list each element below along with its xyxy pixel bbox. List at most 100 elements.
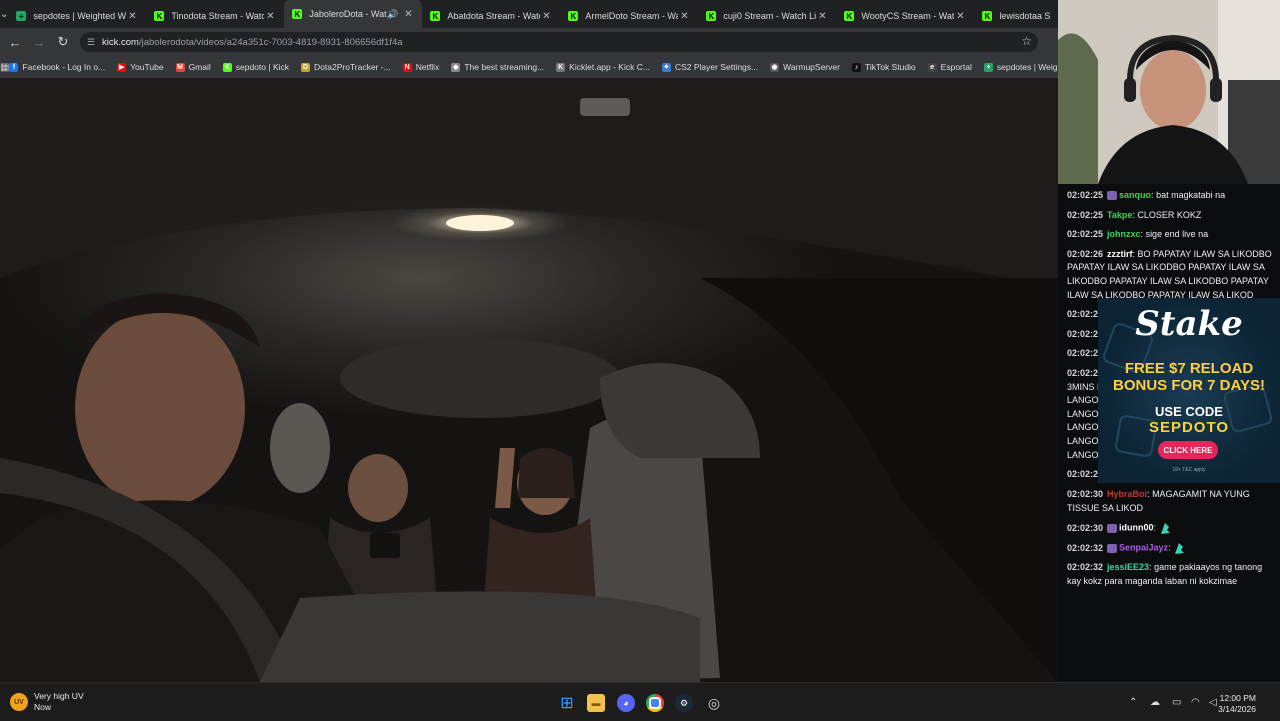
bookmark-favicon-icon: K	[222, 62, 232, 72]
chat-username[interactable]: johnzxc	[1107, 229, 1141, 239]
bookmark-item[interactable]: N Netflix	[402, 62, 440, 72]
browser-tab[interactable]: K Tinodota Stream - Watch ✕	[146, 4, 284, 28]
bookmark-item[interactable]: ◉ WarmupServer	[770, 62, 840, 72]
video-player[interactable]	[0, 78, 1058, 682]
ad-headline-1: FREE $7 RELOAD	[1124, 360, 1254, 377]
kick-icon: K	[430, 11, 441, 21]
chat-text: bat magkatabi na	[1156, 190, 1226, 200]
tab-close-icon[interactable]: ✕	[540, 11, 552, 22]
stake-logo: Stake	[1135, 304, 1243, 344]
bookmark-favicon-icon: +	[983, 62, 993, 72]
obs-icon[interactable]: ◎	[705, 694, 723, 712]
chat-timestamp: 02:02:25	[1067, 229, 1104, 240]
forward-arrow-icon[interactable]: →	[27, 30, 51, 54]
weather-title: Very high UV	[34, 691, 84, 701]
chat-timestamp: 02:02:25	[1067, 190, 1104, 200]
bookmark-item[interactable]: K Kicklet.app - Kick C...	[556, 62, 650, 72]
steam-icon[interactable]: ⚙	[675, 694, 693, 712]
bookmark-item[interactable]: ✦ CS2 Player Settings...	[661, 62, 758, 72]
bookmark-item[interactable]: ♪ TikTok Studio	[851, 62, 916, 72]
volume-icon[interactable]: ◁	[1209, 697, 1217, 708]
browser-tab[interactable]: K ArmelDoto Stream - Watc ✕	[560, 4, 698, 28]
url-host: kick.com	[102, 36, 139, 48]
subscriber-badge-icon	[1107, 543, 1118, 553]
video-frame	[0, 78, 1058, 682]
tab-close-icon[interactable]: ✕	[126, 11, 138, 22]
chat-text: CLOSER KOKZ	[1137, 209, 1202, 220]
site-info-icon[interactable]: ☰	[80, 37, 102, 48]
webcam-frame	[1058, 0, 1280, 184]
chat-emote-icon	[1173, 541, 1185, 555]
chat-username[interactable]: zzztirf	[1107, 249, 1133, 259]
ad-click-here-button[interactable]: CLICK HERE	[1158, 441, 1218, 459]
bookmark-item[interactable]: ◆ The best streaming...	[451, 62, 544, 72]
ad-headline-2: BONUS FOR 7 DAYS!	[1113, 377, 1265, 394]
tab-search-chevron-icon[interactable]: ⌄	[0, 0, 8, 28]
chat-username[interactable]: idunn00	[1119, 523, 1154, 533]
chrome-icon[interactable]	[646, 694, 664, 712]
bookmark-item[interactable]: f Facebook - Log In o...	[9, 62, 105, 72]
bookmark-favicon-icon: K	[556, 62, 566, 72]
bookmark-label: Facebook - Log In o...	[22, 62, 106, 72]
bookmark-favicon-icon: D	[301, 62, 311, 72]
chat-message: 02:02:30 idunn00:	[1058, 519, 1280, 539]
bookmark-label: Netflix	[415, 62, 440, 72]
tab-close-icon[interactable]: ✕	[954, 11, 966, 22]
tab-close-icon[interactable]: ✕	[816, 11, 828, 22]
chat-message: 02:02:25 sanquo: bat magkatabi na	[1058, 187, 1280, 207]
browser-tab[interactable]: K Abatdota Stream - Watch ✕	[422, 4, 560, 28]
kick-icon: K	[292, 9, 303, 19]
chat-message: 02:02:25 Takpe: CLOSER KOKZ	[1058, 207, 1280, 227]
bookmark-label: Esportal	[940, 62, 972, 72]
bookmark-star-icon[interactable]: ☆	[1021, 34, 1032, 48]
file-explorer-icon[interactable]: ▬	[587, 694, 605, 712]
bookmark-item[interactable]: + sepdotes | Weigh	[983, 62, 1062, 72]
tab-audio-icon[interactable]: 🔊	[387, 9, 398, 20]
browser-tab[interactable]: + sepdotes | Weighted Wag ✕	[8, 4, 146, 28]
clock-time: 12:00 PM	[1219, 693, 1256, 703]
ad-use-code: USE CODE	[1155, 404, 1223, 419]
reload-icon[interactable]: ↻	[51, 30, 75, 54]
chat-emote-icon	[1159, 521, 1171, 535]
bookmark-item[interactable]: D Dota2ProTracker -...	[301, 62, 391, 72]
bookmark-item[interactable]: Ksepdoto | Kick	[222, 62, 289, 72]
tab-title: ArmelDoto Stream - Watc	[585, 11, 679, 21]
bookmark-favicon-icon: M	[175, 62, 185, 72]
bookmark-favicon-icon: ✦	[661, 62, 671, 72]
back-arrow-icon[interactable]: ←	[3, 30, 27, 54]
tab-close-icon[interactable]: ✕	[402, 9, 414, 20]
chat-username[interactable]: HybraBoi	[1107, 489, 1147, 499]
weather-widget[interactable]: UV Very high UV Now	[10, 691, 84, 713]
browser-tab[interactable]: K WootyCS Stream - Watch ✕	[836, 4, 974, 28]
ad-fine-print: 18+ T&C apply	[1172, 467, 1206, 473]
discord-icon[interactable]: ◕	[617, 694, 635, 712]
clock-date: 3/14/2026	[1218, 704, 1256, 714]
tray-overflow-chevron-icon[interactable]: ⌃	[1129, 697, 1137, 708]
bookmark-label: The best streaming...	[464, 62, 545, 72]
streamer-webcam	[1058, 0, 1280, 184]
stake-ad-banner[interactable]: Stake FREE $7 RELOAD BONUS FOR 7 DAYS! U…	[1098, 298, 1280, 483]
bookmark-item[interactable]: ▶ YouTube	[117, 62, 164, 72]
browser-tab[interactable]: Kcuji0 Stream - Watch Live ✕	[698, 4, 836, 28]
chat-username[interactable]: SenpaiJayz	[1119, 543, 1168, 553]
kick-icon: K	[154, 11, 165, 21]
tab-close-icon[interactable]: ✕	[264, 11, 276, 22]
bookmark-favicon-icon: ♪	[851, 62, 861, 72]
tray-app-icon[interactable]: ☁	[1150, 697, 1160, 708]
bookmark-item[interactable]: e Esportal	[927, 62, 972, 72]
chat-username[interactable]: sanquo	[1119, 190, 1151, 200]
wifi-icon[interactable]: ◠	[1191, 697, 1200, 708]
apps-grid-icon[interactable]: ▦	[0, 62, 9, 73]
bookmark-item[interactable]: M Gmail	[175, 62, 211, 72]
windows-start-icon[interactable]: ⊞	[558, 694, 576, 712]
bookmark-label: Dota2ProTracker -...	[314, 62, 391, 72]
chat-username[interactable]: Takpe	[1107, 210, 1132, 220]
tab-close-icon[interactable]: ✕	[678, 11, 690, 22]
system-clock[interactable]: 12:00 PM 3/14/2026	[1218, 693, 1256, 715]
chat-timestamp: 02:02:30	[1067, 522, 1104, 533]
address-bar[interactable]: ☰ kick.com/jabolerodota/videos/a24a351c-…	[80, 32, 1038, 52]
tab-title: cuji0 Stream - Watch Live	[723, 11, 817, 21]
browser-tab[interactable]: K JaboleroDota - Watch🔊 ✕	[284, 0, 423, 28]
chat-username[interactable]: jessiEE23	[1107, 562, 1149, 572]
network-icon[interactable]: ▭	[1172, 697, 1181, 708]
